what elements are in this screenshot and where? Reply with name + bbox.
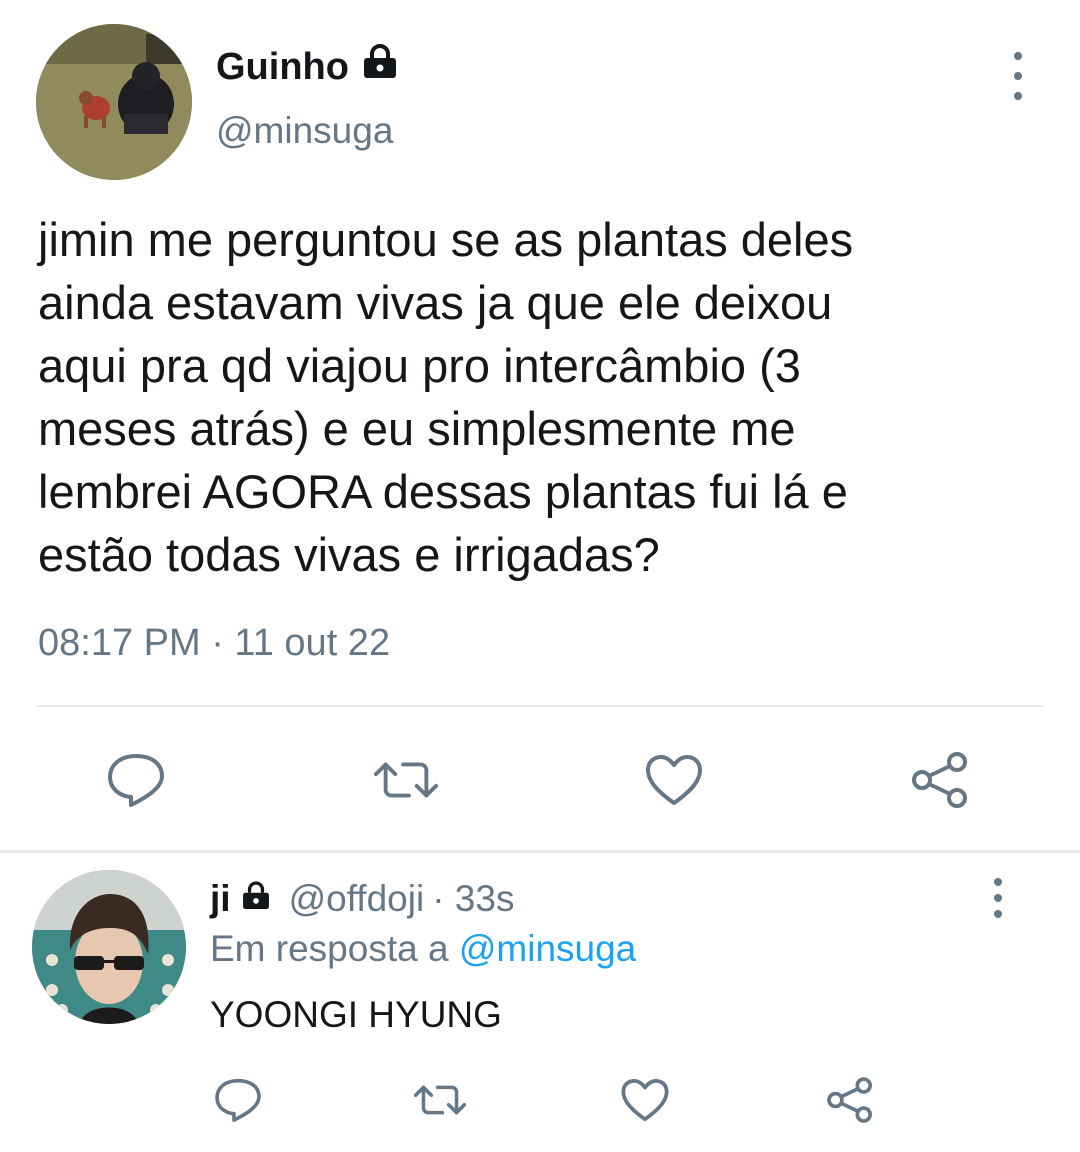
reply-icon[interactable] <box>104 748 168 812</box>
lock-icon <box>359 44 401 90</box>
tweet-text: jimin me perguntou se as plantas deles a… <box>38 213 854 581</box>
timestamp[interactable]: 08:17 PM · 11 out 22 <box>38 622 390 665</box>
share-icon[interactable] <box>824 1074 876 1126</box>
reply-to-prefix: Em resposta a <box>210 928 449 969</box>
reply-icon[interactable] <box>212 1074 264 1126</box>
more-options-icon[interactable] <box>998 52 1038 100</box>
reply-handle[interactable]: @offdoji <box>289 878 425 920</box>
reply-to-mention[interactable]: @minsuga <box>459 928 636 969</box>
lock-icon <box>239 878 273 920</box>
retweet-icon[interactable] <box>414 1074 466 1126</box>
share-icon[interactable] <box>908 748 972 812</box>
section-separator <box>0 850 1080 853</box>
reply-avatar[interactable] <box>32 870 186 1024</box>
reply-header: ji @offdoji · 33s <box>210 878 514 920</box>
like-icon[interactable] <box>642 748 706 812</box>
handle[interactable]: @minsuga <box>216 110 393 152</box>
divider <box>36 705 1044 707</box>
like-icon[interactable] <box>619 1074 671 1126</box>
display-name[interactable]: Guinho <box>216 44 401 90</box>
reply-age: · 33s <box>432 878 515 919</box>
avatar[interactable] <box>36 24 192 180</box>
reply-text: YOONGI HYUNG <box>210 994 502 1035</box>
display-name-text: Guinho <box>216 45 349 88</box>
reply-display-name[interactable]: ji <box>210 878 231 920</box>
reply-to-line: Em resposta a @minsuga <box>210 928 636 970</box>
reply-more-options-icon[interactable] <box>988 878 1008 918</box>
retweet-icon[interactable] <box>374 748 438 812</box>
